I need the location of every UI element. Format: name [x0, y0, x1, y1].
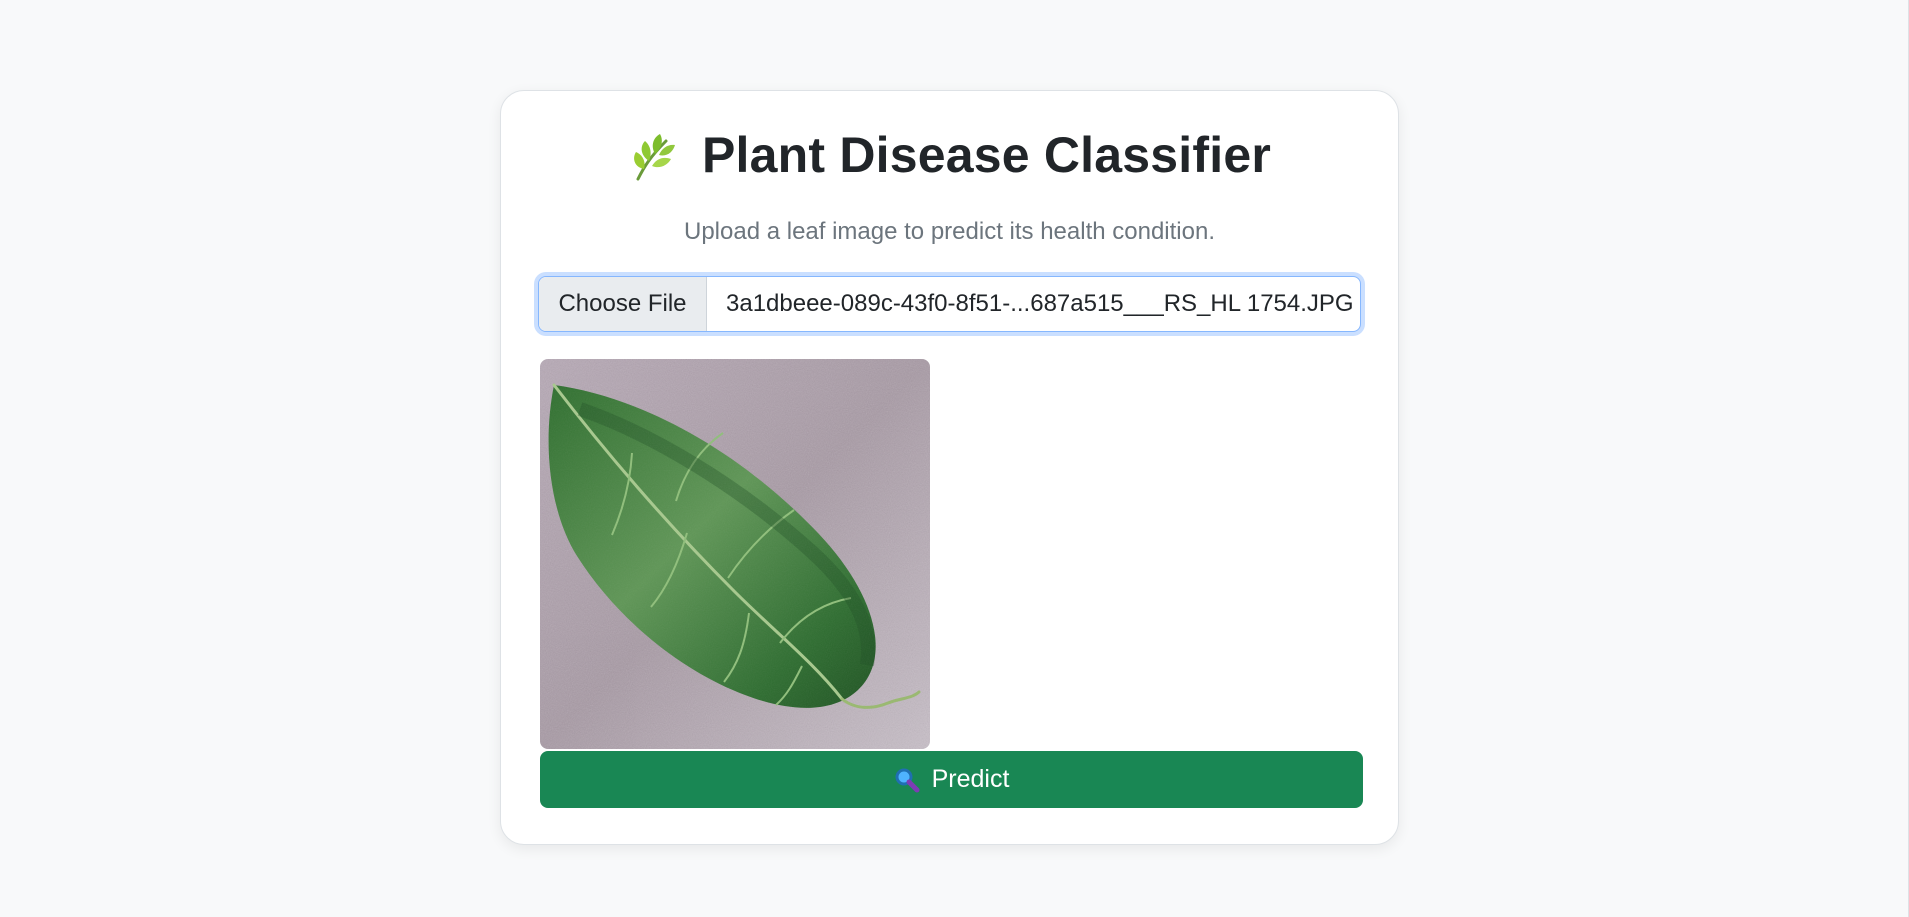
page-subtitle: Upload a leaf image to predict its healt… — [684, 218, 1215, 245]
choose-file-button[interactable]: Choose File — [539, 277, 707, 331]
selected-file-name[interactable]: 3a1dbeee-089c-43f0-8f51-...687a515___RS_… — [707, 277, 1360, 331]
predict-button[interactable]: Predict — [540, 751, 1363, 808]
herb-leaf-icon — [634, 134, 675, 181]
leaf-preview-image — [540, 359, 930, 749]
title-row: Plant Disease Classifier — [501, 125, 1398, 185]
magnifier-icon — [895, 768, 920, 792]
file-upload-field[interactable]: Choose File 3a1dbeee-089c-43f0-8f51-...6… — [538, 276, 1361, 332]
classifier-card: Plant Disease Classifier Upload a leaf i… — [500, 90, 1399, 845]
predict-button-label: Predict — [931, 765, 1010, 793]
page-title: Plant Disease Classifier — [702, 127, 1271, 183]
